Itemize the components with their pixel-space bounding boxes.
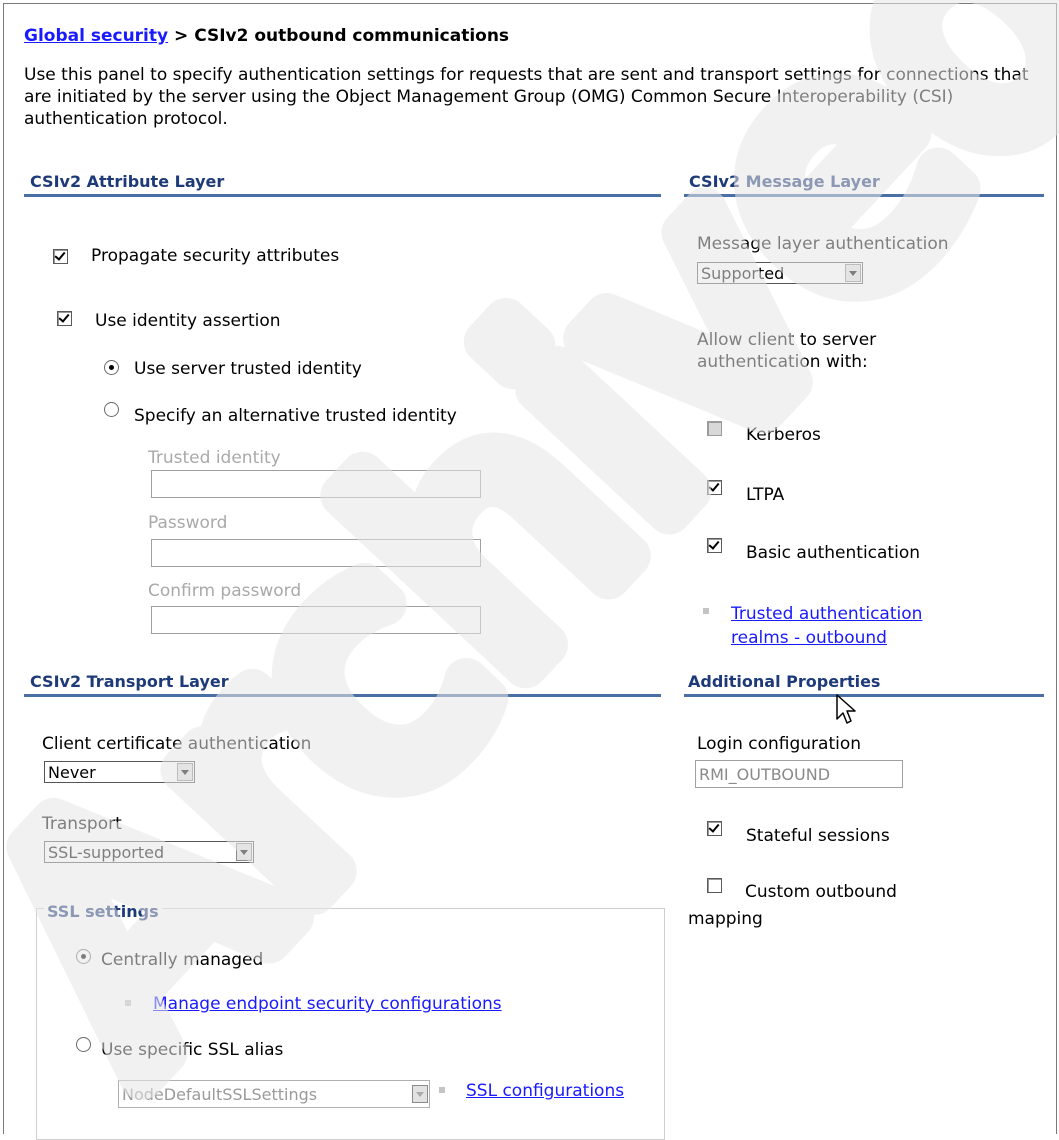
mouse-pointer-icon (836, 694, 856, 724)
transport-value: SSL-supported (48, 843, 165, 862)
message-layer-rule (684, 194, 1044, 197)
centrally-managed-label: Centrally managed (101, 950, 264, 970)
ltpa-checkbox[interactable] (707, 480, 722, 495)
ltpa-label: LTPA (746, 485, 785, 505)
centrally-managed-radio[interactable] (76, 949, 91, 964)
basic-authentication-checkbox[interactable] (707, 538, 722, 553)
breadcrumb-global-security-link[interactable]: Global security (24, 26, 168, 46)
alternative-trusted-identity-label: Specify an alternative trusted identity (134, 406, 457, 426)
manage-endpoint-link-wrap: Manage endpoint security configurations (153, 994, 502, 1014)
chevron-down-icon[interactable] (236, 843, 252, 861)
client-cert-auth-value: Never (48, 763, 96, 782)
ssl-configurations-link[interactable]: SSL configurations (466, 1081, 624, 1101)
ssl-settings-title: SSL settings (44, 902, 162, 921)
transport-layer-title: CSIv2 Transport Layer (30, 672, 229, 691)
allow-client-label-line1: Allow client to server (697, 330, 877, 350)
propagate-security-attributes-checkbox[interactable] (53, 249, 68, 264)
message-layer-auth-value: Supported (701, 264, 785, 283)
manage-endpoint-security-link[interactable]: Manage endpoint security configurations (153, 994, 502, 1014)
confirm-password-input[interactable] (151, 606, 481, 634)
message-layer-title: CSIv2 Message Layer (689, 172, 880, 191)
use-identity-assertion-checkbox[interactable] (57, 311, 72, 326)
ssl-configurations-link-wrap: SSL configurations (466, 1081, 624, 1101)
page-title: CSIv2 outbound communications (194, 26, 510, 46)
breadcrumb: Global security > CSIv2 outbound communi… (24, 26, 509, 46)
custom-outbound-mapping-label-line1: Custom outbound (745, 882, 897, 902)
trusted-identity-label: Trusted identity (148, 448, 281, 468)
password-input[interactable] (151, 539, 481, 567)
kerberos-checkbox[interactable] (707, 421, 722, 436)
panel-description: Use this panel to specify authentication… (24, 65, 1029, 129)
basic-authentication-label: Basic authentication (746, 543, 920, 563)
login-configuration-label: Login configuration (697, 734, 862, 754)
confirm-password-label: Confirm password (148, 581, 302, 601)
message-layer-auth-select[interactable]: Supported (697, 262, 863, 284)
client-cert-auth-select[interactable]: Never (44, 761, 195, 783)
trusted-realms-link-line2[interactable]: realms - outbound (731, 628, 887, 648)
chevron-down-icon[interactable] (177, 763, 193, 781)
stateful-sessions-checkbox[interactable] (707, 821, 722, 836)
propagate-security-attributes-label: Propagate security attributes (91, 246, 340, 266)
login-configuration-input[interactable]: RMI_OUTBOUND (695, 760, 903, 788)
client-cert-auth-label: Client certificate authentication (42, 734, 312, 754)
bullet-icon (439, 1087, 445, 1093)
alternative-trusted-identity-radio[interactable] (104, 402, 119, 417)
custom-outbound-mapping-checkbox[interactable] (707, 878, 722, 893)
additional-properties-title: Additional Properties (688, 672, 881, 691)
use-identity-assertion-label: Use identity assertion (95, 311, 281, 331)
bullet-icon (703, 608, 709, 614)
trusted-identity-input[interactable] (151, 470, 481, 498)
attribute-layer-rule (24, 194, 661, 197)
trusted-realms-link-block[interactable]: Trusted authentication realms - outbound (731, 602, 922, 650)
attribute-layer-title: CSIv2 Attribute Layer (30, 172, 225, 191)
breadcrumb-separator: > (168, 26, 195, 46)
stateful-sessions-label: Stateful sessions (746, 826, 890, 846)
ssl-alias-select[interactable]: NodeDefaultSSLSettings (118, 1080, 430, 1108)
transport-label: Transport (42, 814, 122, 834)
bullet-icon (125, 1000, 131, 1006)
transport-layer-rule (24, 694, 661, 697)
use-specific-ssl-alias-label: Use specific SSL alias (101, 1040, 284, 1060)
transport-select[interactable]: SSL-supported (44, 841, 254, 863)
custom-outbound-mapping-label-line2: mapping (688, 909, 763, 929)
chevron-down-icon[interactable] (845, 264, 861, 282)
trusted-realms-link-line1[interactable]: Trusted authentication (731, 604, 922, 624)
chevron-down-icon[interactable] (412, 1085, 428, 1103)
message-layer-auth-label: Message layer authentication (697, 234, 949, 254)
use-server-trusted-identity-radio[interactable] (104, 360, 119, 375)
password-label: Password (148, 513, 228, 533)
ssl-alias-value: NodeDefaultSSLSettings (122, 1085, 318, 1104)
use-specific-ssl-alias-radio[interactable] (76, 1037, 91, 1052)
allow-client-label-line2: authentication with: (697, 352, 868, 372)
kerberos-label: Kerberos (746, 425, 821, 445)
use-server-trusted-identity-label: Use server trusted identity (134, 359, 362, 379)
additional-properties-rule (684, 694, 1044, 697)
